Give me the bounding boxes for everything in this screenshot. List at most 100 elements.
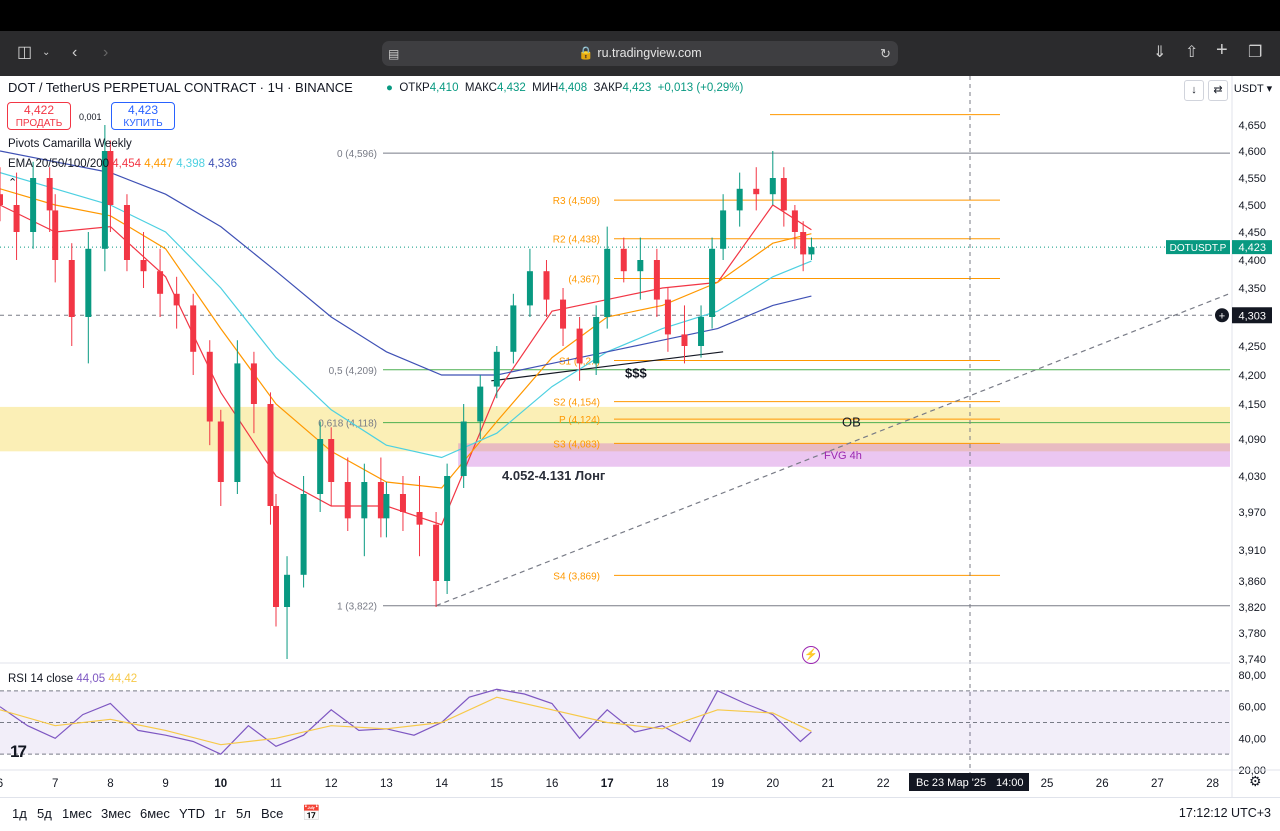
trendline [491,351,724,382]
address-bar[interactable]: ▤ 🔒 ru.tradingview.com ↻ [382,41,898,66]
price-tick-label: 4,450 [1238,227,1266,239]
ohlc-readout: ● ОТКР4,410 МАКС4,432 МИН4,408 ЗАКР4,423… [386,82,743,94]
pivot-label: P (4,124) [559,415,600,426]
open-value: 4,410 [429,82,459,94]
candle-body [344,482,351,519]
price-tick-label: 4,600 [1238,146,1266,158]
utc-clock[interactable]: 17:12:12 UTC+3 [1179,806,1271,820]
fvg-label: FVG 4h [824,450,862,462]
price-tick-label: 4,250 [1238,341,1266,353]
rsi-label: RSI 14 close [8,673,74,685]
new-tab-icon[interactable]: + [1216,39,1228,61]
candle-body [399,494,406,512]
symbol-title: DOT / TetherUS PERPETUAL CONTRACT · 1Ч ·… [8,80,353,95]
candle-body [720,210,727,249]
arrow-down-icon[interactable]: ↓ [1184,80,1204,101]
bottom-toolbar: 1д 5д 1мес 3мес 6мес YTD 1г 5л Все 📅 17:… [0,797,1280,828]
candle-body [736,188,743,211]
candle-body [13,205,20,232]
rsi-tick-label: 60,00 [1238,702,1266,714]
candle-body [460,421,467,476]
reload-icon[interactable]: ↻ [880,43,891,65]
ema50-value: 4,447 [144,158,173,170]
rsi-legend[interactable]: RSI 14 close 44,05 44,42 [8,673,137,685]
crosshair-clock-value: 14:00 [996,777,1024,789]
timeframe-5y[interactable]: 5л [236,806,251,821]
back-icon[interactable]: ‹ [72,42,77,64]
candle-body [681,334,688,346]
price-tick-label: 4,090 [1238,434,1266,446]
gear-icon[interactable]: ⚙ [1249,773,1262,790]
long-zone-label: 4.052-4.131 Лонг [502,468,606,483]
price-tick-label: 3,780 [1238,628,1266,640]
calendar-icon[interactable]: 📅 [302,804,321,822]
symbol-header[interactable]: DOT / TetherUS PERPETUAL CONTRACT · 1Ч ·… [8,80,353,95]
timeframe-6m[interactable]: 6мес [140,806,170,821]
timeframe-5d[interactable]: 5д [37,806,52,821]
price-tick-label: 3,910 [1238,545,1266,557]
time-tick-label: 15 [490,778,503,790]
time-tick-label: 10 [214,778,227,790]
sell-price: 4,422 [23,103,55,117]
candle-body [808,247,815,255]
candle-body [664,299,671,335]
pivot-label: R2 (4,438) [553,235,600,246]
ema-indicator-legend[interactable]: EMA 20/50/100/200 4,454 4,447 4,398 4,33… [8,158,237,170]
rsi-tick-label: 80,00 [1238,670,1266,682]
lightning-icon[interactable]: ⚡ [802,646,820,664]
forward-icon[interactable]: › [103,42,108,64]
timeframe-3m[interactable]: 3мес [101,806,131,821]
share-icon[interactable]: ⇧ [1185,42,1198,64]
pivots-indicator-label[interactable]: Pivots Camarilla Weekly [8,138,132,150]
candle-body [709,248,716,317]
candle-body [300,494,307,575]
symbol-price-tag-label: DOTUSDT.P [1170,243,1227,254]
candle-body [444,476,451,581]
device-status-bar [0,0,1280,31]
candle-body [637,260,644,272]
sell-button[interactable]: 4,422 ПРОДАТЬ [7,102,71,130]
sidebar-icon[interactable]: ◫ [17,42,32,64]
time-tick-label: 26 [1096,778,1109,790]
time-tick-label: 11 [270,778,282,790]
ema20-value: 4,454 [112,158,142,170]
currency-select[interactable]: USDT ▾ [1233,80,1273,99]
price-tick-label: 3,820 [1238,602,1266,614]
buy-button[interactable]: 4,423 КУПИТЬ [111,102,175,130]
download-icon[interactable]: ⇓ [1153,42,1166,64]
buy-label: КУПИТЬ [123,118,163,129]
candle-body [433,524,440,581]
time-tick-label: 18 [656,778,669,790]
url-value: ru.tradingview.com [597,46,702,60]
timeframe-all[interactable]: Все [261,806,283,821]
time-tick-label: 22 [877,778,890,790]
tabs-overview-icon[interactable]: ❐ [1248,42,1262,64]
candle-body [361,482,368,519]
collapse-legend-icon[interactable]: ⌃ [8,176,17,189]
price-tick-label: 3,740 [1238,654,1266,666]
market-open-dot: ● [386,82,393,94]
candle-body [753,188,760,195]
timeframe-ytd[interactable]: YTD [179,806,205,821]
candle-body [85,248,92,317]
crosshair-price-value: 4,303 [1238,310,1266,322]
open-label: ОТКР [399,82,430,94]
low-label: МИН [532,82,559,94]
sell-label: ПРОДАТЬ [15,118,63,129]
rsi-value: 44,05 [76,673,106,685]
time-tick-label: 17 [601,778,614,790]
time-tick-label: 7 [52,778,58,790]
candle-body [157,271,164,294]
spread-value: 0,001 [79,112,102,122]
timeframe-1y[interactable]: 1г [214,806,226,821]
chevron-down-icon[interactable]: ⌄ [42,42,50,64]
timeframe-1d[interactable]: 1д [12,806,27,821]
price-chart[interactable]: 0 (4,596)0,5 (4,209)0,618 (4,118)1 (3,82… [0,76,1280,797]
candle-body [267,404,274,506]
ema-label: EMA 20/50/100/200 [8,158,110,170]
compare-icon[interactable]: ⇄ [1208,80,1228,101]
time-tick-label: 20 [766,778,779,790]
tradingview-logo-icon[interactable]: 17 [10,742,27,762]
fib-label: 0,5 (4,209) [329,366,377,377]
timeframe-1m[interactable]: 1мес [62,806,92,821]
